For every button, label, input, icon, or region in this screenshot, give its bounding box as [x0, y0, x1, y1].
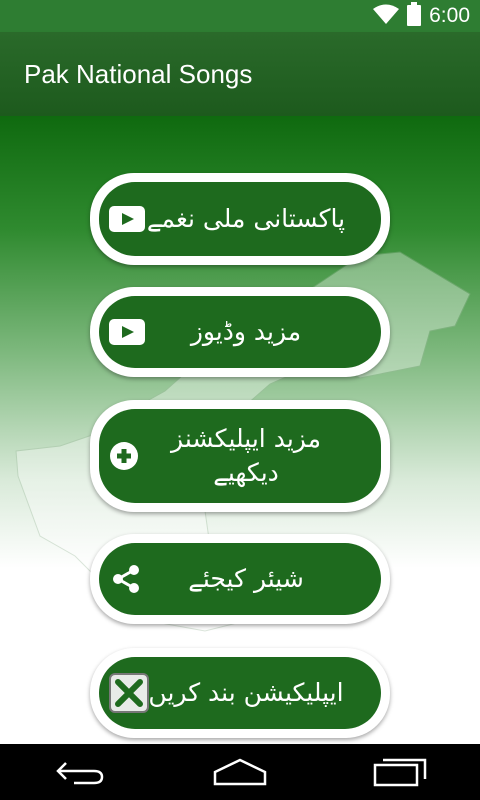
wifi-icon [373, 4, 400, 28]
app-title: Pak National Songs [24, 58, 253, 89]
plus-circle-icon [109, 441, 139, 471]
navigation-bar [0, 744, 480, 800]
button-body: شیئر کیجئے [99, 543, 381, 615]
close-application-button[interactable]: ایپلیکیشن بند کریں [90, 648, 390, 738]
button-label: مزید ایپلیکشنز دیکھیے [171, 424, 321, 487]
pakistani-national-songs-button[interactable]: پاکستانی ملی نغمے [90, 173, 390, 265]
button-body: ایپلیکیشن بند کریں [99, 657, 381, 729]
close-box-icon [109, 673, 149, 713]
app-bar: Pak National Songs [0, 32, 480, 116]
more-videos-button[interactable]: مزید وڈیوز [90, 287, 390, 377]
button-body: پاکستانی ملی نغمے [99, 182, 381, 256]
home-button[interactable] [200, 744, 280, 800]
main-content: پاکستانی ملی نغمے مزید وڈیوز مزید ایپلیک… [0, 116, 480, 744]
more-applications-button[interactable]: مزید ایپلیکشنز دیکھیے [90, 400, 390, 512]
battery-icon [407, 2, 422, 30]
share-button[interactable]: شیئر کیجئے [90, 534, 390, 624]
status-time: 6:00 [429, 4, 470, 27]
play-icon [109, 319, 145, 345]
play-icon [109, 206, 145, 232]
recents-button[interactable] [360, 744, 440, 800]
button-body: مزید ایپلیکشنز دیکھیے [99, 409, 381, 503]
button-body: مزید وڈیوز [99, 296, 381, 368]
back-button[interactable] [40, 744, 120, 800]
recents-icon [373, 758, 427, 787]
home-icon [213, 758, 267, 786]
share-icon [109, 562, 143, 596]
status-bar: 6:00 [0, 0, 480, 32]
back-icon [56, 762, 104, 785]
